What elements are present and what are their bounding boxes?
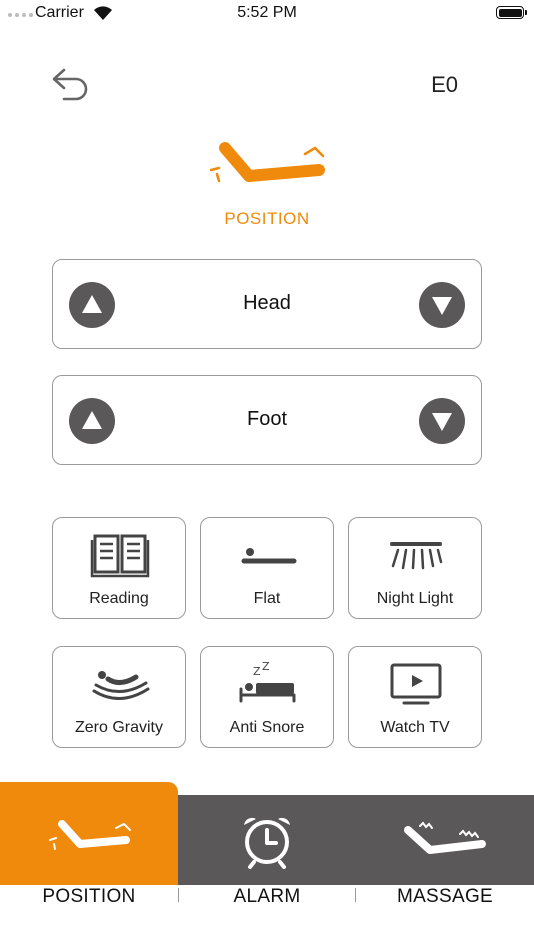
zero-gravity-icon (92, 671, 150, 700)
tab-massage[interactable] (356, 795, 534, 885)
head-down-button[interactable] (419, 282, 465, 328)
foot-label: Foot (246, 408, 288, 430)
preset-label: Night Light (376, 590, 454, 607)
tv-icon (390, 663, 442, 705)
triangle-down-icon (432, 413, 452, 431)
page-title: POSITION (224, 209, 310, 228)
status-bar: Carrier 5:52 PM (0, 0, 534, 28)
preset-label: Anti Snore (229, 719, 305, 736)
tab-label-alarm[interactable]: ALARM (178, 886, 356, 908)
light-icon (390, 542, 443, 570)
preset-night-light-button[interactable]: Night Light (348, 517, 482, 619)
alarm-clock-icon (244, 817, 290, 869)
preset-label: Zero Gravity (74, 719, 163, 736)
preset-label: Flat (253, 590, 281, 607)
foot-control-row: Foot (52, 375, 482, 465)
preset-watch-tv-button[interactable]: Watch TV (348, 646, 482, 748)
device-code: E0 (431, 72, 458, 97)
triangle-down-icon (432, 297, 452, 315)
book-icon (90, 534, 150, 578)
tab-alarm[interactable] (178, 795, 356, 885)
back-arrow-icon[interactable] (50, 66, 92, 102)
tab-label-massage[interactable]: MASSAGE (356, 886, 534, 908)
svg-text:Z: Z (262, 661, 270, 673)
head-control-row: Head (52, 259, 482, 349)
preset-reading-button[interactable]: Reading (52, 517, 186, 619)
bed-position-icon (209, 142, 325, 183)
bed-position-icon (49, 820, 131, 850)
head-label: Head (243, 292, 291, 314)
preset-zero-gravity-button[interactable]: Zero Gravity (52, 646, 186, 748)
tab-label-position[interactable]: POSITION (0, 886, 178, 908)
foot-down-button[interactable] (419, 398, 465, 444)
tab-position[interactable] (0, 782, 178, 885)
battery-icon (496, 6, 527, 19)
preset-flat-button[interactable]: Flat (200, 517, 334, 619)
status-time: 5:52 PM (237, 4, 297, 21)
flat-bed-icon (241, 548, 297, 564)
svg-text:Z: Z (253, 665, 261, 678)
massage-bed-icon (404, 821, 486, 854)
preset-label: Watch TV (380, 719, 450, 736)
preset-anti-snore-button[interactable]: Z Z Anti Snore (200, 646, 334, 748)
preset-label: Reading (89, 590, 149, 607)
snore-icon: Z Z (239, 661, 296, 703)
